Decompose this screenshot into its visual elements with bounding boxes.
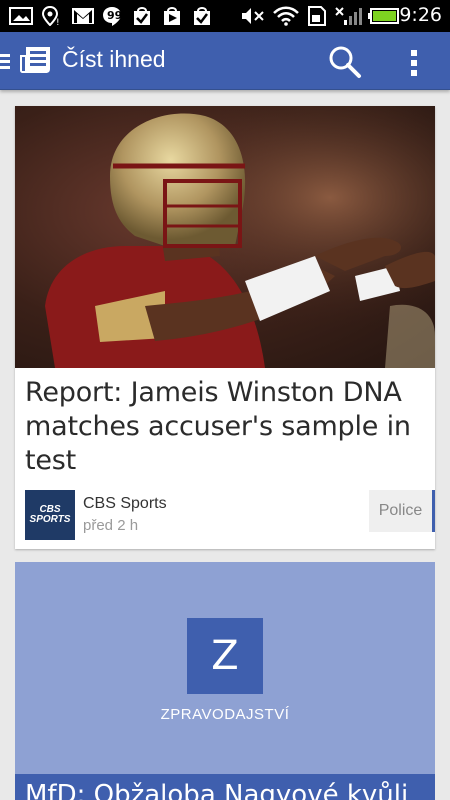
svg-text:99: 99 [107,9,122,22]
article-headline[interactable]: MfD: Obžaloba Nagyové kvůli [25,780,408,800]
gmail-icon [70,6,96,26]
wifi-icon [272,6,300,26]
up-icon[interactable] [0,53,12,69]
overflow-menu-icon[interactable] [404,44,424,80]
status-bar: ! 99 9:26 [0,0,450,32]
gallery-icon [8,6,34,26]
newspaper-icon[interactable] [18,45,52,75]
publish-time: před 2 h [83,517,139,534]
signal-icon [334,6,362,26]
svg-text:!: ! [56,18,60,26]
action-bar: Číst ihned [0,32,450,90]
news-card[interactable]: Report: Jameis Winston DNA matches accus… [15,106,435,549]
hangouts-icon: 99 [100,6,124,26]
search-icon[interactable] [327,44,363,80]
check-bag-icon [190,6,214,26]
article-photo [15,106,435,368]
play-store-icon [160,6,184,26]
check-bag-icon [130,6,154,26]
section-name: ZPRAVODAJSTVÍ [160,706,290,723]
section-card[interactable]: Z ZPRAVODAJSTVÍ MfD: Obžaloba Nagyové kv… [15,562,435,800]
mute-icon [240,6,266,26]
clock: 9:26 [399,4,442,26]
sd-card-icon [304,6,328,26]
location-icon: ! [40,6,64,26]
page-title: Číst ihned [62,46,166,72]
source-logo: CBS SPORTS [25,490,75,540]
topic-tag[interactable]: Police [369,490,435,532]
section-letter-icon: Z [187,618,263,694]
battery-icon [368,6,400,26]
source-name: CBS Sports [83,495,167,512]
article-headline[interactable]: Report: Jameis Winston DNA matches accus… [25,376,425,478]
